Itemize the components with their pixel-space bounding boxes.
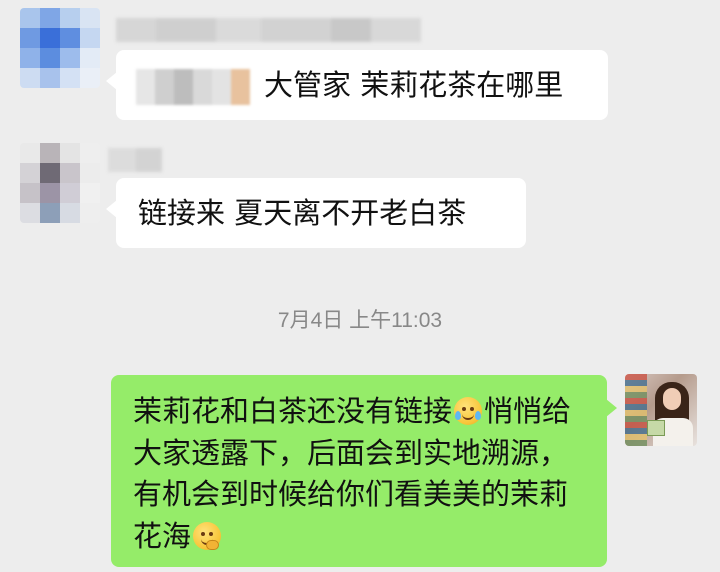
book-graphic bbox=[647, 420, 665, 436]
sender-name-obscured bbox=[108, 148, 162, 172]
avatar-obscured[interactable] bbox=[20, 143, 100, 223]
incoming-message-bubble[interactable]: 链接来 夏天离不开老白茶 bbox=[106, 178, 526, 248]
message-text-part1: 茉莉花和白茶还没有链接 bbox=[133, 394, 453, 428]
message-text: 链接来 夏天离不开老白茶 bbox=[138, 196, 467, 230]
avatar-obscured[interactable] bbox=[20, 8, 100, 88]
crying-laughing-emoji-icon bbox=[454, 397, 483, 425]
outgoing-message-bubble[interactable]: 茉莉花和白茶还没有链接 悄悄给大家透露下，后面会到实地溯源，有机会到时候给你们看美… bbox=[111, 375, 617, 567]
incoming-message-bubble[interactable]: 大管家 茉莉花茶在哪里 bbox=[106, 50, 608, 120]
timestamp: 7月4日 上午11:03 bbox=[277, 309, 443, 332]
avatar-face bbox=[663, 388, 681, 410]
shy-smile-emoji-icon bbox=[193, 521, 222, 550]
sender-name-obscured bbox=[116, 18, 421, 42]
mention-obscured bbox=[136, 69, 250, 105]
bookshelf-graphic bbox=[625, 374, 647, 446]
my-avatar[interactable] bbox=[625, 374, 697, 446]
message-text: 大管家 茉莉花茶在哪里 bbox=[264, 68, 564, 102]
